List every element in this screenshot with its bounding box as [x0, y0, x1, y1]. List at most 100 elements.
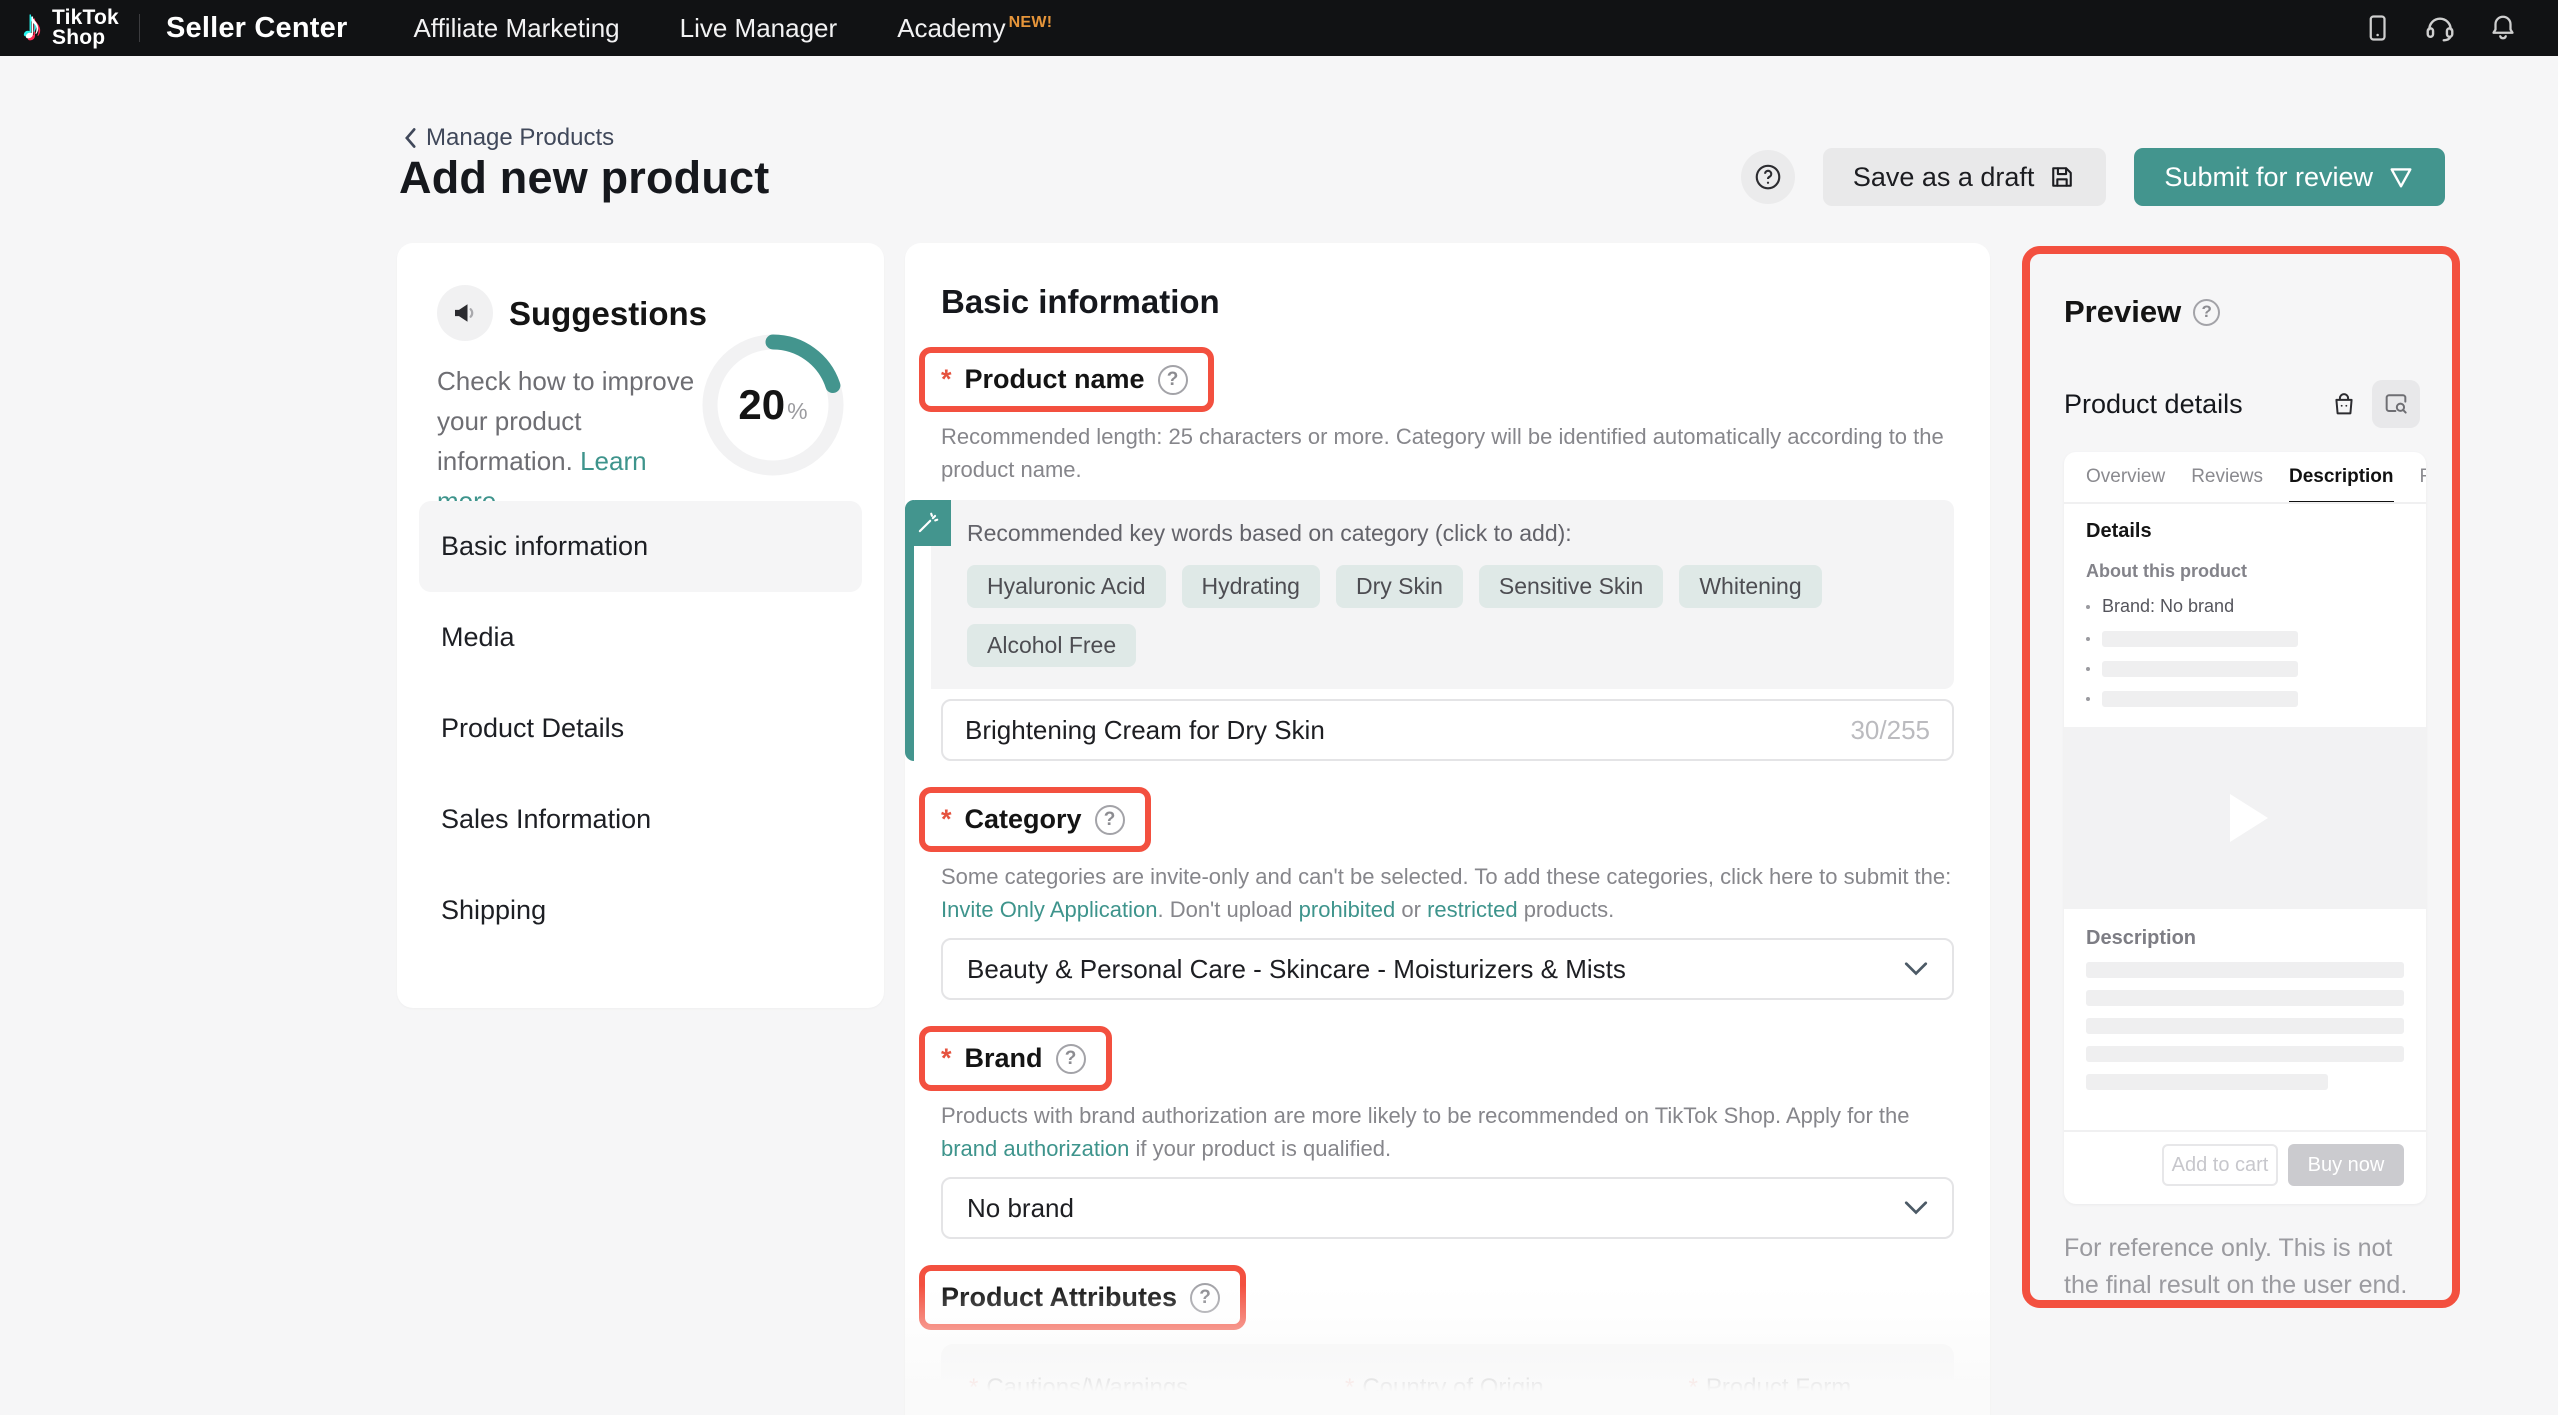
- brand-select[interactable]: No brand: [941, 1177, 1954, 1239]
- placeholder-bar: [2086, 1046, 2404, 1062]
- notifications-bell-icon[interactable]: [2488, 13, 2518, 43]
- nav-link-live-manager[interactable]: Live Manager: [680, 13, 838, 44]
- logo-text: TikTok Shop: [52, 8, 119, 48]
- mockup-details-section: Details About this product Brand: No bra…: [2064, 504, 2426, 909]
- keyword-pill[interactable]: Hyaluronic Acid: [967, 565, 1166, 608]
- sidebar-item-shipping[interactable]: Shipping: [419, 865, 862, 956]
- keyword-panel: Recommended key words based on category …: [931, 500, 1954, 689]
- nav-link-academy[interactable]: AcademyNEW!: [897, 13, 1052, 44]
- mockup-video-placeholder: [2064, 727, 2426, 909]
- page-help-button[interactable]: [1741, 150, 1795, 204]
- product-detail-view-button[interactable]: [2372, 380, 2420, 428]
- nav-link-affiliate-marketing[interactable]: Affiliate Marketing: [413, 13, 619, 44]
- support-headset-icon[interactable]: [2424, 12, 2456, 44]
- bullet-dot: [2086, 667, 2090, 671]
- progress-unit: %: [787, 398, 807, 425]
- prohibited-link[interactable]: prohibited: [1299, 897, 1396, 922]
- placeholder-bar: [2086, 962, 2404, 978]
- mockup-placeholder-bullet: [2086, 691, 2404, 707]
- mockup-tab-description: Description: [2289, 452, 2394, 504]
- page-title: Add new product: [399, 152, 769, 204]
- category-help-icon[interactable]: ?: [1095, 805, 1125, 835]
- keyword-panel-label: Recommended key words based on category …: [967, 520, 1928, 547]
- save-as-draft-button[interactable]: Save as a draft: [1823, 148, 2107, 206]
- progress-label: 20 %: [697, 329, 849, 481]
- product-attributes-help-icon[interactable]: ?: [1190, 1283, 1220, 1313]
- mockup-tab-overview: Overview: [2086, 452, 2165, 503]
- navbar-icon-group: [2362, 12, 2536, 44]
- keyword-pill[interactable]: Hydrating: [1182, 565, 1320, 608]
- required-asterisk: *: [941, 806, 952, 833]
- progress-ring: 20 %: [697, 329, 849, 481]
- field-label-text: Cautions/Warnings: [986, 1374, 1188, 1402]
- progress-value: 20: [738, 381, 785, 429]
- placeholder-bar: [2102, 691, 2298, 707]
- field-label: * Product Form: [1688, 1374, 1990, 1402]
- mockup-brand-text: Brand: No brand: [2102, 596, 2234, 617]
- mockup-description-section: Description: [2064, 909, 2426, 1090]
- breadcrumb-label: Manage Products: [426, 124, 614, 152]
- brand-help-end: if your product is qualified.: [1129, 1136, 1391, 1161]
- product-name-input[interactable]: [965, 715, 1834, 746]
- category-help-mid2: or: [1395, 897, 1427, 922]
- mockup-buy-now-button: Buy now: [2288, 1144, 2404, 1186]
- brand-help-text: Products with brand authorization are mo…: [941, 1099, 1954, 1165]
- category-help-text: Some categories are invite-only and can'…: [941, 860, 1954, 926]
- category-highlight-annotation: * Category ?: [919, 787, 1151, 852]
- mockup-description-heading: Description: [2086, 927, 2404, 950]
- restricted-link[interactable]: restricted: [1427, 897, 1517, 922]
- placeholder-bar: [2102, 661, 2298, 677]
- sidebar-item-media[interactable]: Media: [419, 592, 862, 683]
- detail-page-search-icon: [2382, 390, 2410, 418]
- submit-for-review-button[interactable]: Submit for review: [2134, 148, 2445, 206]
- category-select[interactable]: Beauty & Personal Care - Skincare - Mois…: [941, 938, 1954, 1000]
- mockup-about-heading: About this product: [2086, 561, 2404, 582]
- breadcrumb[interactable]: Manage Products: [403, 124, 614, 152]
- app-name: Seller Center: [166, 12, 348, 45]
- attribute-field-country-of-origin: * Country of Origin Enter a suggested or…: [1345, 1374, 1662, 1415]
- brand-authorization-link[interactable]: brand authorization: [941, 1136, 1129, 1161]
- invite-only-application-link[interactable]: Invite Only Application: [941, 897, 1157, 922]
- product-name-label: Product name: [965, 364, 1145, 395]
- tiktok-shop-logo[interactable]: ♪ TikTok Shop: [22, 8, 119, 48]
- top-navbar: ♪ TikTok Shop Seller Center Affiliate Ma…: [0, 0, 2558, 56]
- required-asterisk: *: [941, 1045, 952, 1072]
- header-actions: Save as a draft Submit for review: [1741, 148, 2445, 206]
- field-label: * Country of Origin: [1345, 1374, 1662, 1402]
- keyword-pill[interactable]: Whitening: [1679, 565, 1821, 608]
- field-label: * Cautions/Warnings: [969, 1374, 1319, 1402]
- field-label-text: Country of Origin: [1362, 1374, 1543, 1402]
- product-name-input-row: 30/255: [941, 699, 1954, 761]
- brand-help-icon[interactable]: ?: [1056, 1044, 1086, 1074]
- keyword-suggestion-block: Recommended key words based on category …: [905, 500, 1954, 761]
- placeholder-bar: [2086, 1018, 2404, 1034]
- play-icon: [2230, 794, 2268, 842]
- suggestions-card: Suggestions Check how to improve your pr…: [397, 243, 884, 1008]
- section-title: Basic information: [941, 283, 1954, 321]
- mockup-placeholder-bullet: [2086, 661, 2404, 677]
- keyword-pill[interactable]: Dry Skin: [1336, 565, 1463, 608]
- category-help-end: products.: [1518, 897, 1615, 922]
- sidebar-item-basic-information[interactable]: Basic information: [419, 501, 862, 592]
- mobile-app-icon[interactable]: [2362, 13, 2392, 43]
- logo-line-2: Shop: [52, 26, 105, 49]
- placeholder-bar: [2086, 1074, 2328, 1090]
- tiktok-note-icon: ♪: [22, 6, 42, 46]
- new-badge: NEW!: [1009, 14, 1053, 31]
- page: ♪ TikTok Shop Seller Center Affiliate Ma…: [0, 0, 2558, 1415]
- sidebar-item-sales-information[interactable]: Sales Information: [419, 774, 862, 865]
- product-name-help-icon[interactable]: ?: [1158, 365, 1188, 395]
- keyword-pill[interactable]: Sensitive Skin: [1479, 565, 1663, 608]
- preview-help-icon[interactable]: ?: [2193, 299, 2220, 326]
- attributes-grid: * Cautions/Warnings * Country of Origin …: [969, 1374, 1926, 1415]
- product-page-mockup: Overview Reviews Description Recommend D…: [2064, 452, 2426, 1204]
- required-asterisk: *: [1688, 1374, 1697, 1402]
- bullet-dot: [2086, 637, 2090, 641]
- submit-label: Submit for review: [2164, 162, 2373, 193]
- keyword-pill[interactable]: Alcohol Free: [967, 624, 1136, 667]
- product-name-help-text: Recommended length: 25 characters or mor…: [941, 420, 1954, 486]
- shopping-bag-view-button[interactable]: [2320, 380, 2368, 428]
- sidebar-item-product-details[interactable]: Product Details: [419, 683, 862, 774]
- mockup-tab-recommend: Recommend: [2420, 452, 2426, 503]
- section-nav: Basic information Media Product Details …: [419, 501, 862, 956]
